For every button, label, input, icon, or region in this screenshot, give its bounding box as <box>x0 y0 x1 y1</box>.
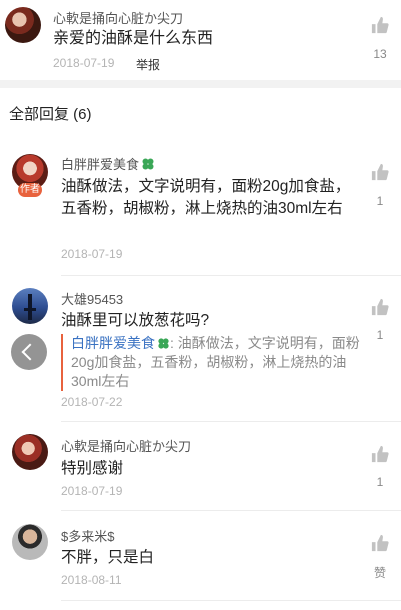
avatar-tower-shape <box>28 294 32 320</box>
reply-date: 2018-07-19 <box>61 247 123 261</box>
reply-content: 特别感谢 <box>61 460 124 477</box>
back-button[interactable] <box>11 334 47 370</box>
post-author-name[interactable]: 心軟是捅向心脏か尖刀 <box>53 8 183 27</box>
author-badge: 作者 <box>18 183 42 197</box>
post-author-avatar[interactable] <box>5 7 41 43</box>
reply-like-count: 1 <box>376 328 384 342</box>
reply-date: 2018-07-22 <box>61 395 123 409</box>
reply-author-name[interactable]: 大雄95453 <box>61 289 123 308</box>
post-content: 亲爱的油酥是什么东西 <box>53 30 214 47</box>
reply-content: 油酥里可以放葱花吗? <box>61 312 210 329</box>
quoted-reply[interactable]: 白胖胖爱美食: 油酥做法，文字说明有，面粉20g加食盐，五香粉，胡椒粉，淋上烧热… <box>61 334 371 391</box>
divider <box>61 600 401 601</box>
reply-date: 2018-08-11 <box>61 573 122 587</box>
post-like-count: 13 <box>373 47 387 61</box>
report-link[interactable]: 举报 <box>136 56 160 73</box>
original-post: 心軟是捅向心脏か尖刀 亲爱的油酥是什么东西 2018-07-19 举报 13 <box>0 0 401 80</box>
reply-like-count: 1 <box>376 475 384 489</box>
reply-like-count: 1 <box>376 194 384 208</box>
thumbs-up-icon[interactable] <box>371 16 389 34</box>
reply-author-name-text: 白胖胖爱美食 <box>61 157 140 172</box>
reply-content: 不胖，只是白 <box>61 549 155 566</box>
clover-icon <box>142 158 154 170</box>
replies-title: 全部回复 (6) <box>9 106 92 123</box>
reply-author-name[interactable]: 白胖胖爱美食 <box>61 154 155 173</box>
reply-content: 油酥做法，文字说明有，面粉20g加食盐，五香粉，胡椒粉，淋上烧热的油30ml左右 <box>61 178 351 217</box>
reply-author-name[interactable]: 心軟是捅向心脏か尖刀 <box>61 436 191 455</box>
reply-author-avatar[interactable] <box>12 434 48 470</box>
thumbs-up-icon[interactable] <box>371 534 389 552</box>
divider <box>61 510 401 511</box>
divider <box>61 421 401 422</box>
reply-author-avatar[interactable] <box>12 288 48 324</box>
avatar-tower-base <box>24 308 36 311</box>
thumbs-up-icon[interactable] <box>371 163 389 181</box>
thumbs-up-icon[interactable] <box>371 445 389 463</box>
reply-author-avatar[interactable] <box>12 524 48 560</box>
reply-author-name[interactable]: $多来米$ <box>61 526 114 545</box>
reply-like-count[interactable]: 赞 <box>372 564 388 581</box>
clover-icon <box>158 338 169 349</box>
section-gap <box>0 80 401 88</box>
thumbs-up-icon[interactable] <box>371 298 389 316</box>
chevron-left-icon <box>21 343 39 361</box>
post-date: 2018-07-19 <box>53 56 115 70</box>
quoted-author-name[interactable]: 白胖胖爱美食 <box>71 335 155 351</box>
divider <box>61 275 401 276</box>
reply-date: 2018-07-19 <box>61 484 123 498</box>
